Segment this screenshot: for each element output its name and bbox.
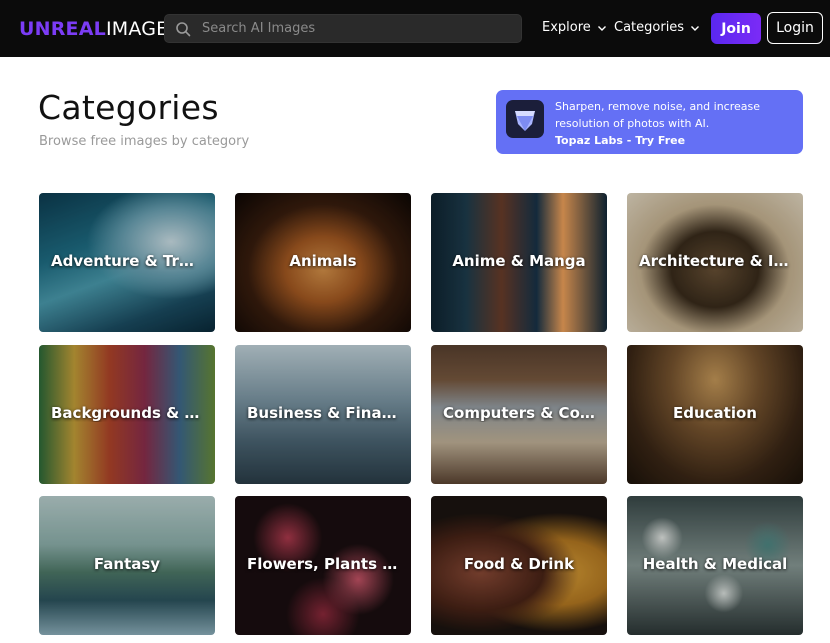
- category-label: Education: [673, 404, 757, 422]
- category-label: Backgrounds & Textures: [51, 404, 215, 422]
- login-button[interactable]: Login: [767, 12, 823, 44]
- category-card-flowers[interactable]: Flowers, Plants & Nature: [235, 496, 411, 635]
- category-card-food[interactable]: Food & Drink: [431, 496, 607, 635]
- category-card-anime[interactable]: Anime & Manga: [431, 193, 607, 332]
- category-label: Business & Finance: [247, 404, 411, 422]
- category-card-computers[interactable]: Computers & Code: [431, 345, 607, 484]
- search-icon: [176, 22, 191, 37]
- category-label: Architecture & Interior: [639, 252, 803, 270]
- chevron-down-icon: [691, 25, 700, 31]
- category-label: Fantasy: [93, 555, 161, 573]
- page-subtitle: Browse free images by category: [39, 134, 250, 149]
- category-card-business[interactable]: Business & Finance: [235, 345, 411, 484]
- search-box: [164, 14, 522, 43]
- category-label: Animals: [289, 252, 357, 270]
- ad-cta-link[interactable]: Topaz Labs - Try Free: [555, 132, 795, 149]
- category-label: Flowers, Plants & Nature: [247, 555, 411, 573]
- category-card-architecture[interactable]: Architecture & Interior: [627, 193, 803, 332]
- category-card-education[interactable]: Education: [627, 345, 803, 484]
- category-label: Health & Medical: [642, 555, 788, 573]
- category-card-animals[interactable]: Animals: [235, 193, 411, 332]
- page-title: Categories: [38, 88, 219, 127]
- categories-label: Categories: [614, 20, 685, 35]
- topaz-logo: [506, 100, 544, 138]
- category-label: Food & Drink: [463, 555, 575, 573]
- ad-text: Sharpen, remove noise, and increase reso…: [555, 100, 761, 130]
- category-label: Computers & Code: [443, 404, 601, 422]
- search-input[interactable]: [202, 15, 512, 42]
- category-card-adventure[interactable]: Adventure & Travel: [39, 193, 215, 332]
- category-card-fantasy[interactable]: Fantasy: [39, 496, 215, 635]
- explore-label: Explore: [542, 20, 591, 35]
- category-card-backgrounds[interactable]: Backgrounds & Textures: [39, 345, 215, 484]
- explore-menu[interactable]: Explore: [542, 20, 607, 35]
- category-label: Adventure & Travel: [51, 252, 215, 270]
- logo-unreal: UNREAL: [19, 18, 106, 40]
- top-navbar: UNREALIMAGES Explore Categories Join Log…: [0, 0, 830, 57]
- diamond-icon: [515, 111, 535, 131]
- categories-menu[interactable]: Categories: [614, 20, 700, 35]
- category-card-health[interactable]: Health & Medical: [627, 496, 803, 635]
- chevron-down-icon: [597, 25, 606, 31]
- topaz-ad-banner[interactable]: Sharpen, remove noise, and increase reso…: [496, 90, 803, 154]
- category-label: Anime & Manga: [452, 252, 586, 270]
- join-button[interactable]: Join: [711, 13, 761, 44]
- site-logo[interactable]: UNREALIMAGES: [19, 18, 181, 40]
